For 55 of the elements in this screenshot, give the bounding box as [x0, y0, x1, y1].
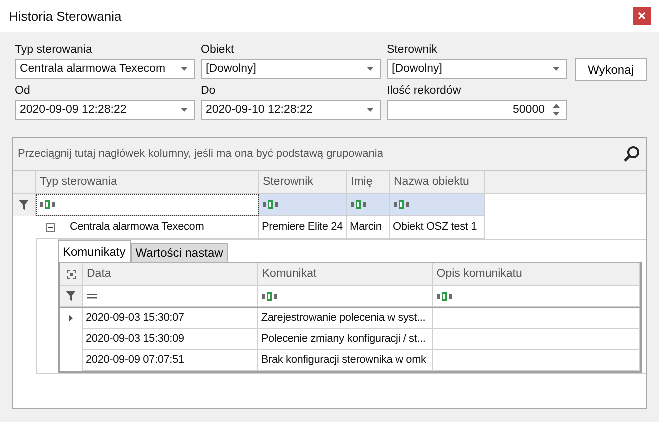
filter-icon [66, 291, 76, 301]
text-filter-icon [351, 200, 366, 209]
spin-icon [553, 104, 560, 116]
filter-cell[interactable] [432, 286, 640, 307]
table-cell: Polecenie zmiany konfiguracji / st... [258, 329, 433, 350]
text-filter-icon [40, 200, 55, 209]
field-label: Ilość rekordów [387, 84, 462, 99]
table-cell: Obiekt OSZ test 1 [390, 216, 485, 239]
tab[interactable]: Wartości nastaw [130, 243, 228, 262]
filter-cell[interactable] [259, 194, 347, 216]
table-cell: Brak konfiguracji sterownika w omk [258, 350, 433, 371]
text-filter-icon [263, 200, 278, 209]
table-cell: Marcin [347, 216, 390, 239]
search-icon[interactable] [624, 146, 640, 162]
text-filter-icon [394, 200, 409, 209]
equals-icon [87, 294, 97, 298]
field-label: Typ sterowania [15, 43, 94, 58]
field-label: Do [201, 84, 217, 99]
field-label: Sterownik [387, 43, 438, 58]
column-chooser-icon[interactable] [66, 270, 76, 278]
window-title: Historia Sterowania [9, 8, 122, 24]
collapse-icon[interactable] [46, 222, 55, 232]
filter-icon [19, 200, 29, 210]
caret-icon [181, 108, 188, 112]
caret-icon [367, 108, 374, 112]
filter-cell[interactable] [36, 194, 259, 216]
dropdown-field[interactable]: 2020-09-09 12:28:22 [15, 100, 195, 120]
current-row-icon [69, 315, 73, 322]
dropdown-field[interactable]: [Dowolny] [387, 59, 567, 79]
dropdown-field[interactable]: [Dowolny] [201, 59, 381, 79]
table-cell: 2020-09-03 15:30:07 [83, 308, 258, 329]
table-cell: Centrala alarmowa Texecom [70, 221, 204, 233]
dropdown-field[interactable]: 2020-09-10 12:28:22 [201, 100, 381, 120]
group-panel-hint: Przeciągnij tutaj nagłówek kolumny, jeśli ma ona być podstawą grupowania [18, 148, 384, 160]
dropdown-field[interactable]: Centrala alarmowa Texecom [15, 59, 195, 79]
execute-button[interactable]: Wykonaj [575, 58, 647, 81]
filter-cell[interactable] [390, 194, 485, 216]
text-filter-icon [436, 292, 452, 300]
filter-cell[interactable] [83, 286, 258, 307]
table-cell: Zarejestrowanie polecenia w syst... [258, 308, 433, 329]
tab[interactable]: Komunikaty [58, 240, 131, 262]
field-label: Obiekt [201, 43, 236, 58]
close-button[interactable] [633, 7, 651, 25]
caret-icon [553, 67, 560, 71]
table-cell: Premiere Elite 24 [259, 216, 347, 239]
field-label: Od [15, 84, 32, 99]
table-cell: 2020-09-03 15:30:09 [83, 329, 258, 350]
filter-cell[interactable] [258, 286, 433, 307]
text-filter-icon [262, 292, 278, 300]
caret-icon [181, 67, 188, 71]
caret-icon [367, 67, 374, 71]
filter-cell[interactable] [347, 194, 390, 216]
number-field[interactable]: 50000 [387, 100, 567, 120]
close-icon [638, 12, 646, 20]
table-cell: 2020-09-09 07:07:51 [83, 350, 258, 371]
